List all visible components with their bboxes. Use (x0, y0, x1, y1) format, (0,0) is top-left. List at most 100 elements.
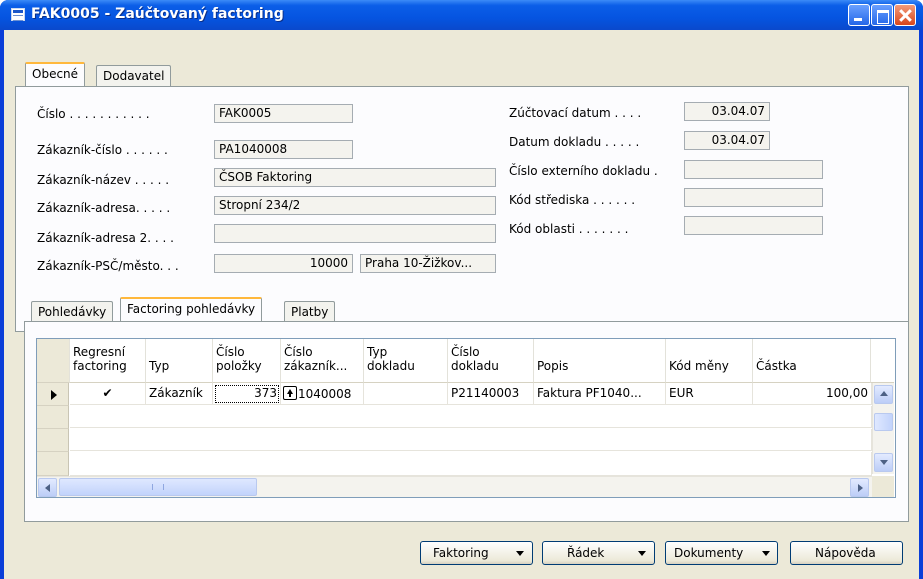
field-kod-strediska[interactable] (684, 188, 823, 207)
horizontal-scroll-thumb[interactable] (59, 478, 257, 496)
row-selector[interactable] (37, 452, 69, 476)
field-zuctovaci-datum[interactable]: 03.04.07 (684, 102, 770, 121)
arrow-up-icon (880, 391, 888, 396)
horizontal-scrollbar[interactable] (37, 476, 872, 497)
scrollbar-corner (872, 476, 894, 497)
empty-row[interactable] (70, 452, 872, 476)
label-datum-dokladu: Datum dokladu . . . . . (509, 135, 640, 149)
vertical-scroll-thumb[interactable] (874, 413, 893, 431)
column-header-line: Číslo (284, 345, 313, 359)
label-cislo: Číslo . . . . . . . . . . . (37, 107, 150, 121)
dropdown-arrow-icon (762, 551, 770, 556)
column-header-line: factoring (73, 359, 127, 373)
tab-dodavatel[interactable]: Dodavatel (96, 65, 172, 87)
napoveda-label: Nápověda (815, 546, 876, 560)
cell-kod-meny[interactable]: EUR (666, 383, 753, 405)
tab-factoring-pohledavky[interactable]: Factoring pohledávky (120, 297, 263, 321)
radek-menu-label: Řádek (567, 546, 605, 560)
current-row-pointer-icon (51, 390, 57, 400)
tab-platby[interactable]: Platby (284, 301, 336, 323)
label-zuctovaci-datum: Zúčtovací datum . . . . (509, 106, 642, 120)
cell-typ[interactable]: Zákazník (146, 383, 213, 405)
label-zakaznik-cislo: Zákazník-číslo . . . . . . (37, 143, 168, 157)
cell-cislo-zakaznika[interactable]: 1040008 (281, 383, 364, 405)
column-header-cislo-dokladu[interactable]: Číslo dokladu (448, 339, 534, 383)
field-cislo-externiho-dokladu[interactable] (684, 160, 823, 179)
column-header-typ-dokladu[interactable]: Typ dokladu (364, 339, 448, 383)
column-header-cislo-polozky[interactable]: Číslo položky (213, 339, 281, 383)
form-icon (11, 8, 25, 21)
maximize-button[interactable] (871, 4, 893, 26)
cell-castka[interactable]: 100,00 (753, 383, 872, 405)
field-zakaznik-adresa-2[interactable] (214, 224, 496, 243)
tab-pohledavky[interactable]: Pohledávky (31, 301, 114, 323)
label-zakaznik-psc-mesto: Zákazník-PSČ/město. . . (37, 259, 179, 273)
field-city[interactable]: Praha 10-Žižkov... (360, 254, 496, 273)
scroll-up-button[interactable] (874, 385, 893, 404)
minimize-button[interactable] (848, 4, 870, 26)
factoring-menu-button[interactable]: Faktoring (420, 541, 533, 565)
field-zakaznik-nazev[interactable]: ČSOB Faktoring (214, 168, 496, 187)
vertical-scrollbar[interactable] (872, 383, 894, 474)
column-header-line: dokladu (451, 359, 499, 373)
cell-regresni-factoring[interactable]: ✔ (70, 383, 146, 405)
column-header-line: Regresní (73, 345, 126, 359)
column-header-typ[interactable]: Typ (146, 339, 213, 383)
scroll-right-button[interactable] (850, 478, 869, 497)
dokumenty-menu-button[interactable]: Dokumenty (665, 541, 778, 565)
arrow-left-icon (45, 484, 50, 492)
field-cislo[interactable]: FAK0005 (214, 104, 353, 123)
row-selector[interactable] (37, 406, 69, 429)
column-header-castka[interactable]: Částka (753, 339, 871, 383)
tab-obecne[interactable]: Obecné (25, 62, 86, 86)
label-kod-oblasti: Kód oblasti . . . . . . . (509, 222, 629, 236)
row-selector-current[interactable] (37, 383, 69, 406)
scroll-down-button[interactable] (874, 453, 893, 472)
field-kod-oblasti[interactable] (684, 216, 823, 235)
dropdown-arrow-icon (638, 551, 646, 556)
close-button[interactable] (894, 4, 916, 26)
label-kod-strediska: Kód střediska . . . . . . (509, 193, 636, 207)
column-header-regresni-factoring[interactable]: Regresní factoring (70, 339, 146, 383)
window-title: FAK0005 - Zaúčtovaný factoring (31, 6, 284, 22)
column-header-filler (871, 339, 894, 383)
column-header-line: zákazník... (284, 359, 348, 373)
column-header-cislo-zakaznika[interactable]: Číslo zákazník... (281, 339, 364, 383)
cell-typ-dokladu[interactable] (364, 383, 448, 405)
column-header-line: Číslo (451, 345, 480, 359)
field-zakaznik-adresa[interactable]: Stropní 234/2 (214, 196, 496, 215)
label-zakaznik-adresa-2: Zákazník-adresa 2. . . . (37, 231, 174, 245)
title-bar[interactable]: FAK0005 - Zaúčtovaný factoring (0, 0, 923, 30)
column-header-line: Číslo (216, 345, 245, 359)
label-zakaznik-adresa: Zákazník-adresa. . . . . (37, 201, 171, 215)
column-header-popis[interactable]: Popis (534, 339, 666, 383)
empty-row[interactable] (70, 406, 872, 428)
dropdown-arrow-icon (516, 551, 524, 556)
factoring-lines-grid[interactable]: Regresní factoring Typ Číslo položky Čís… (36, 338, 896, 498)
label-cislo-externiho-dokladu: Číslo externího dokladu . (509, 164, 658, 178)
main-window: FAK0005 - Zaúčtovaný factoring Obecné Do… (0, 0, 923, 579)
column-header-kod-meny[interactable]: Kód měny (666, 339, 753, 383)
cell-cislo-dokladu[interactable]: P21140003 (448, 383, 534, 405)
radek-menu-button[interactable]: Řádek (542, 541, 655, 565)
dokumenty-menu-label: Dokumenty (674, 546, 744, 560)
field-zakaznik-cislo[interactable]: PA1040008 (214, 140, 353, 159)
factoring-menu-label: Faktoring (433, 546, 489, 560)
arrow-down-icon (880, 460, 888, 465)
scroll-left-button[interactable] (38, 478, 57, 497)
empty-row[interactable] (70, 429, 872, 451)
grid-corner (37, 339, 70, 383)
arrow-right-icon (858, 484, 863, 492)
cell-cislo-zakaznika-text: 1040008 (298, 387, 352, 401)
label-zakaznik-nazev: Zákazník-název . . . . . (37, 173, 170, 187)
field-datum-dokladu[interactable]: 03.04.07 (684, 131, 770, 150)
column-header-line: dokladu (367, 359, 415, 373)
cell-popis[interactable]: Faktura PF1040... (534, 383, 666, 405)
row-selector[interactable] (37, 429, 69, 452)
cell-cislo-polozky[interactable]: 373 (213, 383, 281, 405)
lookup-arrow-icon[interactable] (283, 386, 297, 400)
column-header-line: Typ (367, 345, 388, 359)
column-header-line: položky (216, 359, 262, 373)
napoveda-button[interactable]: Nápověda (790, 541, 903, 565)
field-postcode[interactable]: 10000 (214, 254, 353, 273)
